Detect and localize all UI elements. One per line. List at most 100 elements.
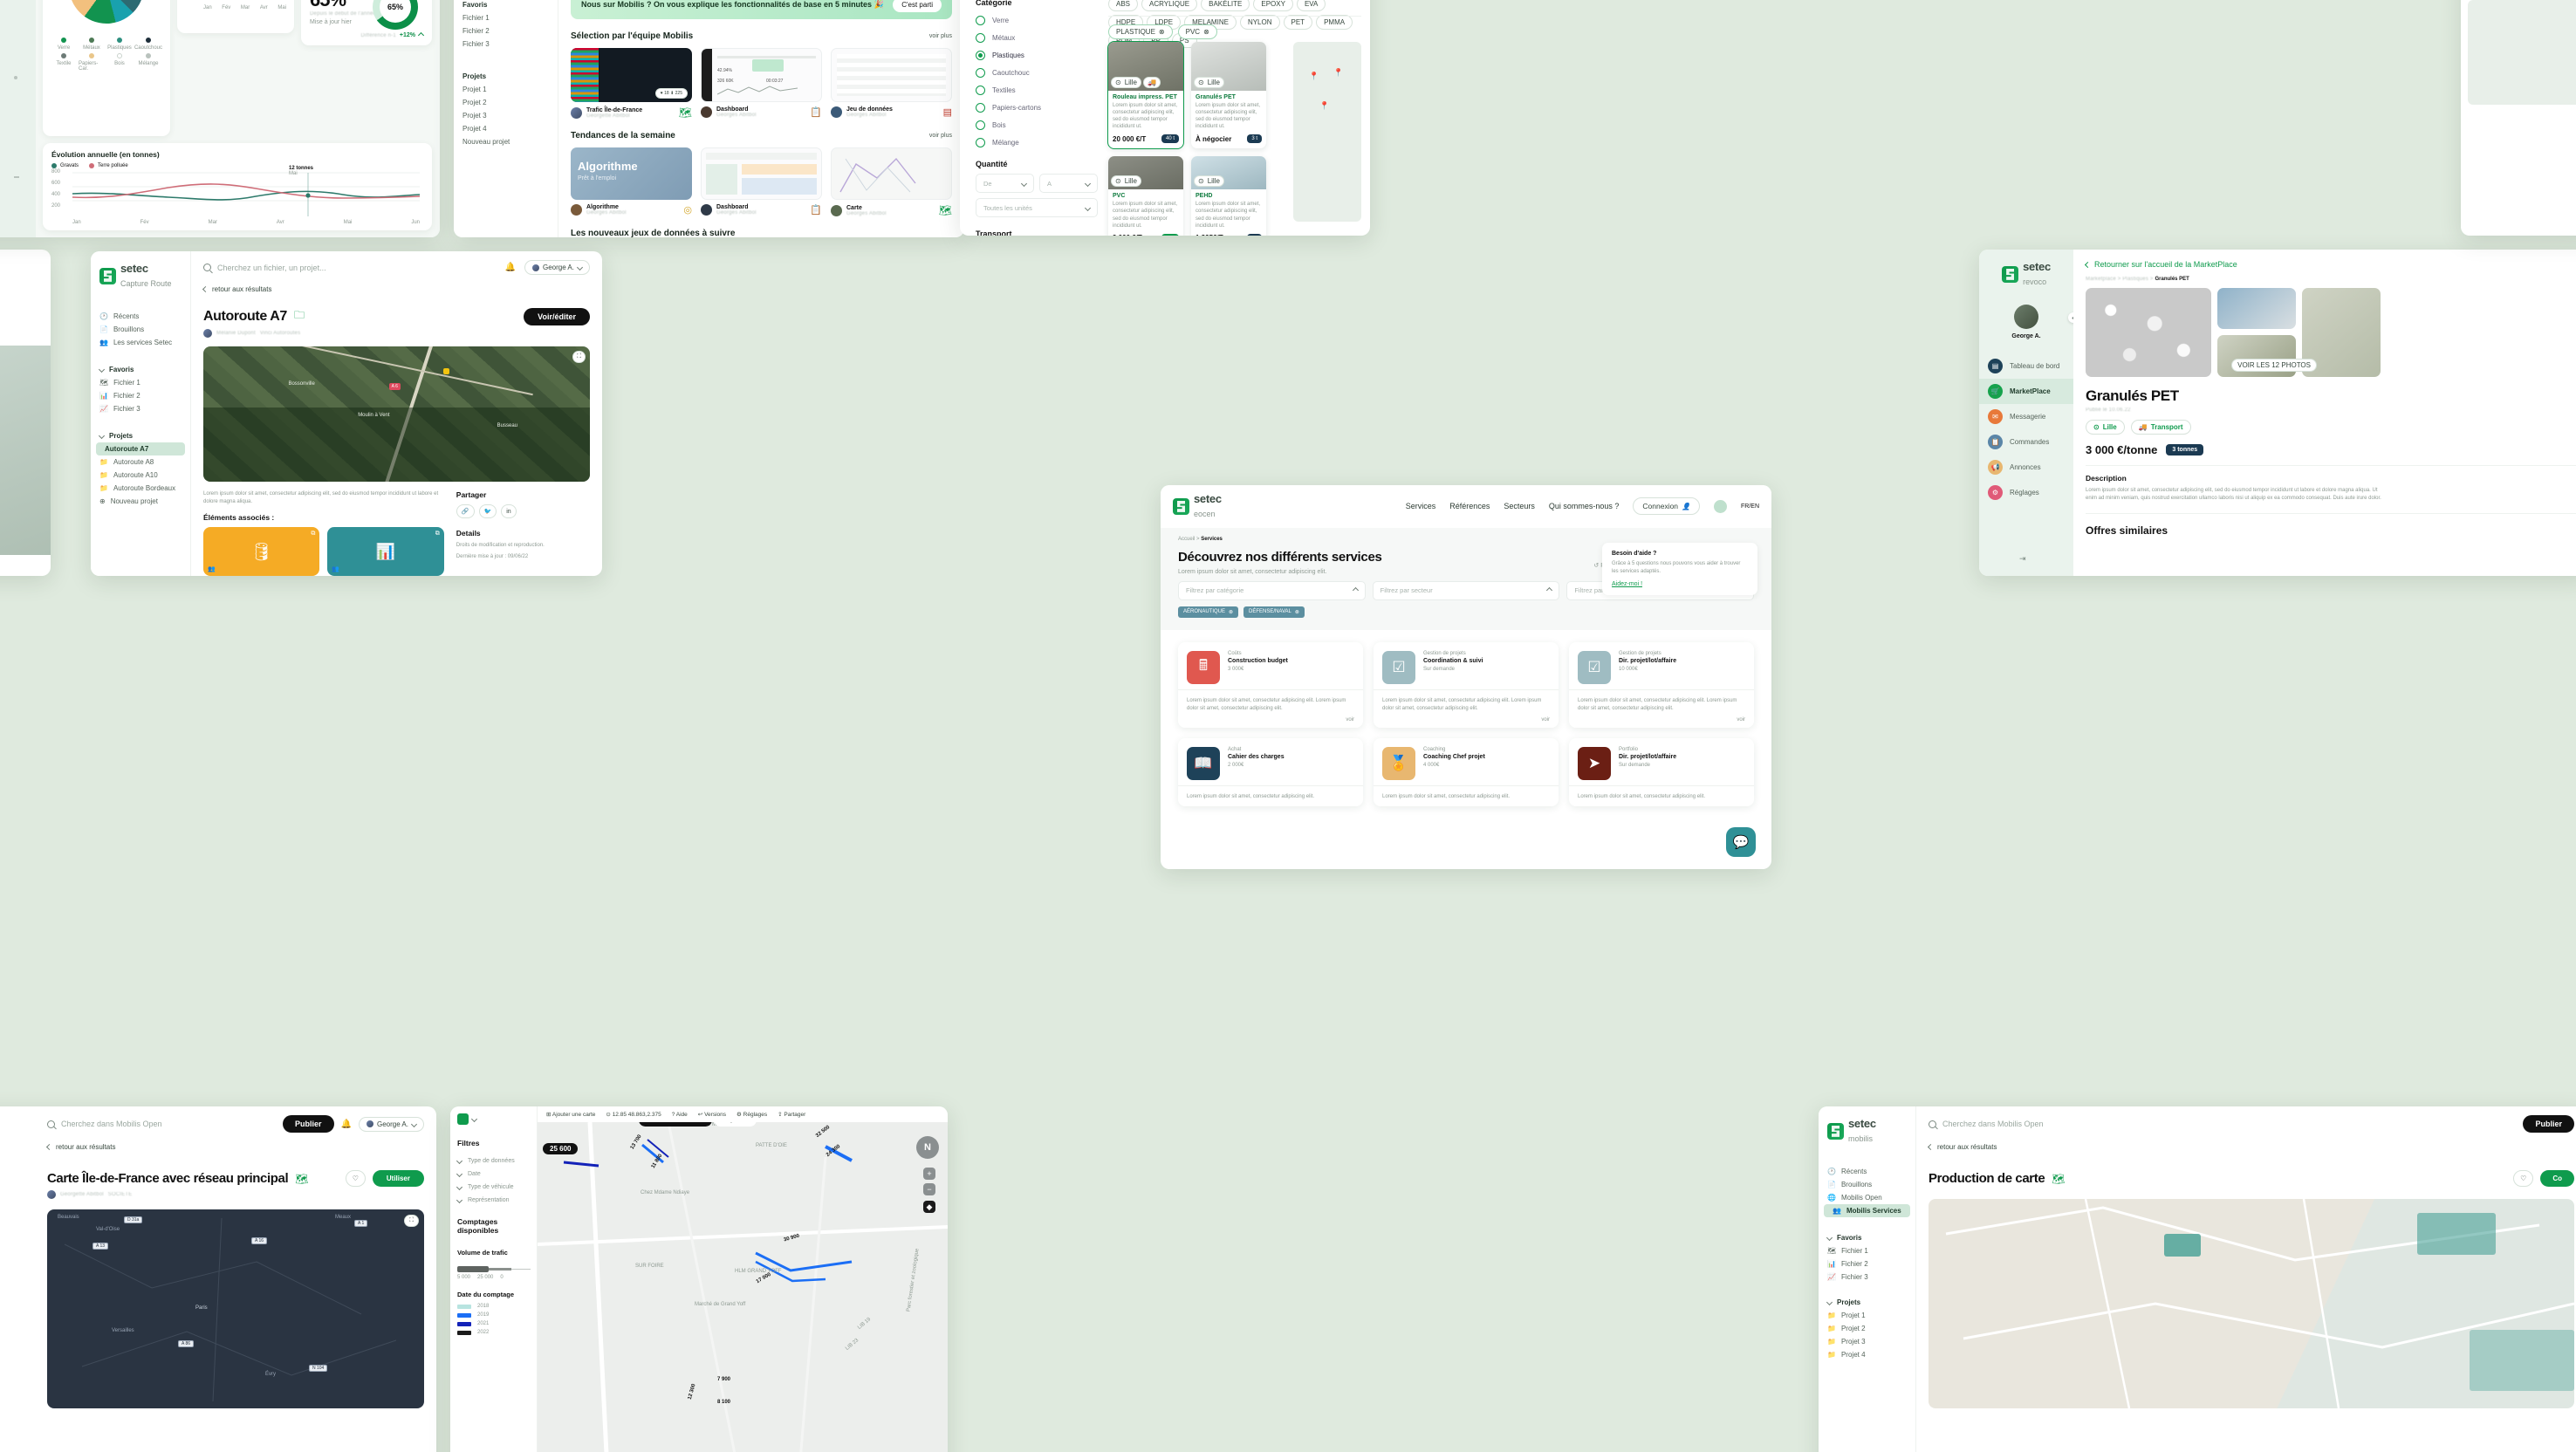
- product-photo-thumb[interactable]: [2217, 288, 2296, 329]
- sidebar-item-file[interactable]: 🗺Fichier 1: [91, 376, 190, 389]
- mini-map[interactable]: 📍 📍 📍: [1293, 42, 1361, 222]
- service-card[interactable]: 🖩 Coûts Construction budget 3 000€ Lorem…: [1178, 642, 1363, 728]
- dataset-card[interactable]: ♥ 18 ⬇ 225 Trafic Île-de-France Georgett…: [571, 48, 692, 119]
- traffic-map-canvas[interactable]: ⊞ Ajouter une carte ⊙ 12.85 48.863,2.375…: [538, 1106, 948, 1452]
- active-chip[interactable]: PLASTIQUE ⊗: [1108, 24, 1173, 39]
- active-chip[interactable]: PVC ⊗: [1178, 24, 1217, 39]
- toolbar-help[interactable]: ? Aide: [672, 1112, 688, 1118]
- sidebar-item-commandes[interactable]: 📋Commandes: [1979, 429, 2073, 455]
- favorite-button[interactable]: ♡: [2513, 1170, 2533, 1187]
- sidebar-item-tableau-de-bord[interactable]: ▤Tableau de bord: [1979, 353, 2073, 379]
- avatar[interactable]: [1714, 500, 1727, 513]
- toolbar-share[interactable]: ⇪ Partager: [778, 1111, 805, 1118]
- sidebar-item-drafts[interactable]: 📄Brouillons: [1819, 1178, 1915, 1191]
- sidebar-item-project[interactable]: 📁Projet 2: [1819, 1322, 1915, 1335]
- zoom-in-button[interactable]: +: [923, 1168, 935, 1180]
- sidebar-item-new-project[interactable]: ⊕Nouveau projet: [91, 495, 190, 508]
- sidebar-item-file[interactable]: Fichier 1: [454, 11, 558, 24]
- nav-services[interactable]: Services: [1406, 502, 1436, 510]
- sidebar-item-file[interactable]: 🗺Fichier 1: [1819, 1244, 1915, 1257]
- product-card[interactable]: ⊙ Lille Granulés PET Lorem ipsum dolor s…: [1191, 42, 1266, 148]
- radio-option[interactable]: Textiles: [976, 86, 1098, 95]
- sidebar-item-project[interactable]: 📁Autoroute A8: [91, 455, 190, 469]
- sidebar-item-project[interactable]: 📁Projet 4: [1819, 1348, 1915, 1361]
- bell-icon[interactable]: 🔔: [505, 263, 516, 272]
- chip[interactable]: NYLON: [1240, 15, 1280, 30]
- trend-card[interactable]: Algorithme Prêt à l'emploi Algorithme Ge…: [571, 147, 692, 216]
- search-input[interactable]: Cherchez dans Mobilis Open: [47, 1120, 162, 1128]
- use-button[interactable]: Utiliser: [373, 1170, 424, 1187]
- layers-button[interactable]: ◆: [923, 1201, 935, 1213]
- trend-card[interactable]: Carte Georges Abitbol 🗺: [831, 147, 952, 216]
- external-link-icon[interactable]: ⧉: [311, 531, 315, 538]
- sidebar-item-file[interactable]: Fichier 2: [454, 24, 558, 38]
- sidebar-item-file[interactable]: Fichier 3: [454, 38, 558, 51]
- sidebar-item-new-project[interactable]: Nouveau projet: [454, 135, 558, 148]
- chip[interactable]: ABS: [1108, 0, 1138, 11]
- product-photo-thumb[interactable]: VOIR LES 12 PHOTOS: [2217, 335, 2296, 377]
- sidebar-section-projets[interactable]: Projets: [1819, 1296, 1915, 1309]
- filter-group[interactable]: Type de véhicule: [457, 1184, 530, 1190]
- sidebar-item-recents[interactable]: 🕐Récents: [1819, 1165, 1915, 1178]
- sidebar-item-services[interactable]: 👥Les services Setec: [91, 336, 190, 349]
- nav-secteurs[interactable]: Secteurs: [1504, 502, 1535, 510]
- map-surface[interactable]: 25 600 32 500 24 300 13 700 11 800 30 90…: [538, 1122, 948, 1452]
- radio-option[interactable]: Mélange: [976, 138, 1098, 147]
- chat-button[interactable]: 💬: [1726, 827, 1756, 857]
- active-chip[interactable]: DÉFENSE/NAVAL ⊗: [1243, 606, 1305, 618]
- filter-category-select[interactable]: Filtrez par catégorie: [1178, 581, 1366, 600]
- chip[interactable]: PET: [1284, 15, 1313, 30]
- see-more-link[interactable]: voir plus: [929, 33, 952, 39]
- unit-select[interactable]: Toutes les unités: [976, 198, 1098, 217]
- back-link[interactable]: retour aux résultats: [1929, 1143, 2574, 1151]
- radio-option[interactable]: Verre: [976, 16, 1098, 25]
- sidebar-item-messagerie[interactable]: ✉Messagerie: [1979, 404, 2073, 429]
- lang-switch[interactable]: FR/EN: [1741, 503, 1759, 510]
- service-see-link[interactable]: voir: [1382, 717, 1550, 723]
- sidebar-item-file[interactable]: 📈Fichier 3: [91, 402, 190, 415]
- tab-projection[interactable]: Projection: [714, 1122, 757, 1127]
- user-menu[interactable]: George A.: [524, 260, 590, 275]
- tab-donnees-existantes[interactable]: Données existantes: [639, 1122, 712, 1127]
- publish-button[interactable]: Publier: [283, 1115, 334, 1133]
- user-menu[interactable]: George A.: [359, 1117, 424, 1132]
- back-link[interactable]: retour aux résultats: [203, 285, 590, 293]
- dark-map[interactable]: D 31a A 13 A 16 A 1 A 86 N 104 Beauvais …: [47, 1209, 424, 1408]
- product-card[interactable]: ⊙ Lille 🚚 Rouleau impress. PET Lorem ips…: [1108, 42, 1183, 148]
- sidebar-section-favoris[interactable]: Favoris: [91, 363, 190, 376]
- linkedin-icon[interactable]: in: [501, 504, 516, 518]
- sidebar-section-projets[interactable]: Projets: [91, 429, 190, 442]
- avatar[interactable]: [2014, 305, 2038, 329]
- logo-setec-mobilis[interactable]: setecmobilis: [1819, 1106, 1915, 1153]
- logout-icon[interactable]: ⇥: [2019, 554, 2026, 564]
- light-map[interactable]: [1929, 1199, 2574, 1408]
- logo-setec-capture-route[interactable]: setecCapture Route: [91, 251, 190, 298]
- service-see-link[interactable]: voir: [1578, 717, 1745, 723]
- quantity-max-input[interactable]: A: [1039, 174, 1098, 193]
- search-input[interactable]: Cherchez dans Mobilis Open: [1929, 1120, 2044, 1128]
- trend-card[interactable]: Dashboard Georges Abitbol 📋: [701, 147, 822, 216]
- sidebar-section-favoris[interactable]: Favoris: [1819, 1231, 1915, 1244]
- sidebar-item-project-active[interactable]: Autoroute A7: [96, 442, 185, 455]
- sidebar-item-project[interactable]: 📁Autoroute A10: [91, 469, 190, 482]
- chip[interactable]: PMMA: [1316, 15, 1353, 30]
- service-card[interactable]: 🏅 Coaching Coaching Chef projet 4 000€ L…: [1374, 738, 1559, 806]
- service-card[interactable]: 📖 Achat Cahier des charges 2 000€ Lorem …: [1178, 738, 1363, 806]
- logo-setec-mini[interactable]: [457, 1113, 530, 1125]
- quantity-min-input[interactable]: De: [976, 174, 1034, 193]
- chip[interactable]: ACRYLIQUE: [1141, 0, 1197, 11]
- sidebar-item-project[interactable]: 📁Projet 1: [1819, 1309, 1915, 1322]
- compass-icon[interactable]: N: [916, 1136, 939, 1159]
- see-more-link[interactable]: voir plus: [929, 133, 952, 139]
- satellite-map[interactable]: Bossonville Moulin à Vent Busseau A 6 ⛶: [203, 346, 590, 482]
- login-button[interactable]: Connexion 👤: [1633, 497, 1700, 515]
- zoom-out-button[interactable]: −: [923, 1183, 935, 1195]
- service-card[interactable]: ☑ Gestion de projets Dir. projet/lot/aff…: [1569, 642, 1754, 728]
- sidebar-item-reglages[interactable]: ⚙Réglages: [1979, 480, 2073, 505]
- sidebar-item-mobilis-open[interactable]: 🌐Mobilis Open: [1819, 1191, 1915, 1204]
- active-chip[interactable]: AÉRONAUTIQUE ⊗: [1178, 606, 1238, 618]
- filter-group[interactable]: Type de données: [457, 1158, 530, 1164]
- filter-sector-select[interactable]: Filtrez par secteur: [1373, 581, 1560, 600]
- radio-option[interactable]: Caoutchouc: [976, 68, 1098, 78]
- element-card[interactable]: 🛢 ⧉ 👥: [203, 527, 319, 576]
